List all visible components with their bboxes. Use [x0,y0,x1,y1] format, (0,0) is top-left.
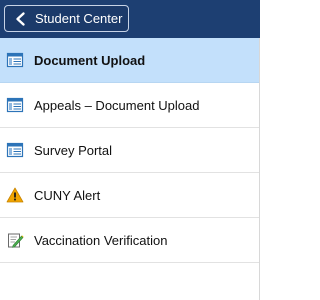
edit-document-icon [6,231,24,249]
nav-item-label: Vaccination Verification [34,232,168,248]
nav-item-label: Survey Portal [34,142,113,158]
nav-item-label: Document Upload [34,52,146,68]
top-header-bar: Student Center [0,0,260,38]
back-button-label: Student Center [35,11,123,26]
nav-item-vaccination-verification[interactable]: Vaccination Verification [0,218,260,263]
nav-item-document-upload[interactable]: Document Upload [0,38,260,83]
chevron-left-icon [13,11,29,27]
warning-icon [6,186,24,204]
nav-item-cuny-alert[interactable]: CUNY Alert [0,173,260,218]
panel-right-border [259,38,260,300]
document-window-icon [6,51,24,69]
document-window-icon [6,141,24,159]
nav-item-label: CUNY Alert [34,187,101,203]
side-navigation: Document Upload Appeals – Document Uploa… [0,38,260,300]
student-center-back-button[interactable]: Student Center [4,5,129,32]
document-window-icon [6,96,24,114]
nav-item-appeals-document-upload[interactable]: Appeals – Document Upload [0,83,260,128]
nav-item-survey-portal[interactable]: Survey Portal [0,128,260,173]
nav-item-label: Appeals – Document Upload [34,97,200,113]
